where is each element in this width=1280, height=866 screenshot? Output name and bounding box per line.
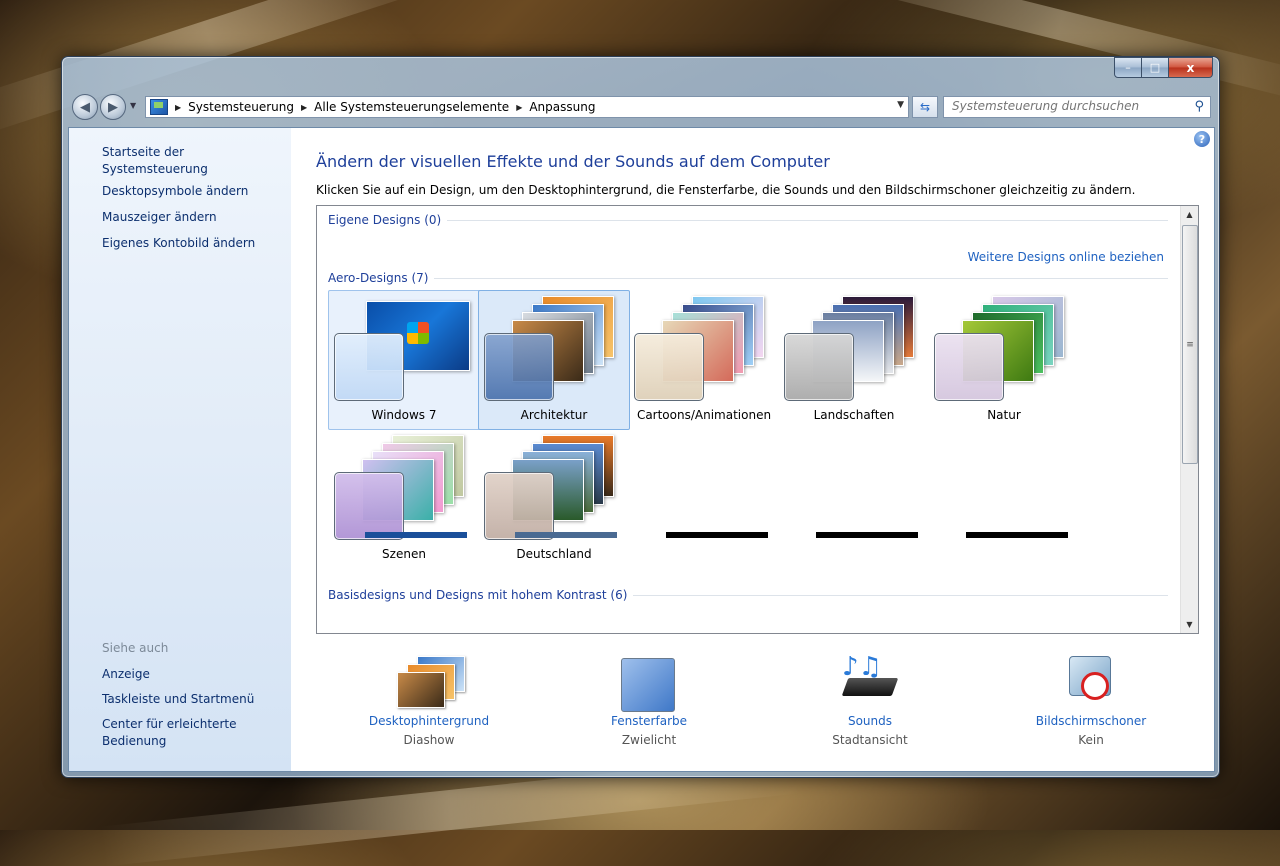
page-description: Klicken Sie auf ein Design, um den Deskt…: [316, 183, 1136, 197]
breadcrumb-separator-icon: ▶: [175, 102, 182, 112]
breadcrumb-alle-elemente[interactable]: Alle Systemsteuerungselemente: [314, 100, 509, 114]
sidebar-link-mouse-pointers[interactable]: Mauszeiger ändern: [102, 209, 217, 226]
theme-label: Szenen: [382, 547, 426, 561]
refresh-icon: ⇆: [919, 100, 931, 114]
address-bar[interactable]: ▶ Systemsteuerung ▶ Alle Systemsteuerung…: [145, 96, 909, 118]
address-dropdown-icon[interactable]: ▼: [897, 100, 904, 110]
personalization-window: – □ x ◀ ▶ ▼ ▶ Systemsteuerung ▶ Alle Sys…: [61, 56, 1220, 778]
search-input[interactable]: [944, 97, 1182, 115]
window-color-swatch: [784, 333, 854, 401]
window-color-swatch: [334, 333, 404, 401]
control-panel-icon: [150, 99, 168, 115]
window-color-link[interactable]: Fensterfarbe: [569, 714, 729, 728]
sidebar-link-taskbar[interactable]: Taskleiste und Startmenü: [102, 691, 254, 708]
breadcrumb-systemsteuerung[interactable]: Systemsteuerung: [188, 100, 294, 114]
refresh-button[interactable]: ⇆: [912, 96, 938, 118]
scroll-thumb[interactable]: ≡: [1182, 225, 1198, 464]
basic-designs-heading: Basisdesigns und Designs mit hohem Kontr…: [328, 588, 1168, 602]
caption-buttons: – □ x: [1114, 57, 1213, 78]
forward-arrow-icon: ▶: [108, 99, 118, 115]
sidebar-link-account-picture[interactable]: Eigenes Kontobild ändern: [102, 235, 255, 252]
see-also-heading: Siehe auch: [102, 641, 169, 655]
breadcrumb-separator-icon: ▶: [301, 102, 308, 112]
recent-pages-dropdown-icon[interactable]: ▼: [130, 101, 136, 110]
back-button[interactable]: ◀: [72, 94, 98, 120]
breadcrumb-separator-icon: ▶: [516, 102, 523, 112]
sidebar-link-display[interactable]: Anzeige: [102, 666, 150, 683]
sounds-link[interactable]: Sounds: [790, 714, 950, 728]
scroll-up-icon[interactable]: ▲: [1181, 206, 1198, 223]
sidebar-link-home[interactable]: Startseite der Systemsteuerung: [102, 144, 291, 178]
theme-label: Architektur: [520, 408, 588, 422]
window-color-value: Zwielicht: [621, 733, 677, 747]
theme-label: Landschaften: [813, 408, 895, 422]
search-icon[interactable]: ⚲: [1194, 99, 1204, 114]
screensaver-icon: [1011, 648, 1171, 708]
navigation-bar: ◀ ▶ ▼ ▶ Systemsteuerung ▶ Alle Systemste…: [70, 93, 1211, 121]
back-arrow-icon: ◀: [80, 99, 90, 115]
own-designs-heading: Eigene Designs (0): [328, 213, 1168, 227]
screensaver-setting[interactable]: Bildschirmschoner Kein: [1011, 648, 1171, 747]
window-color-icon: [569, 648, 729, 712]
main-panel: ? Ändern der visuellen Effekte und der S…: [291, 128, 1214, 771]
theme-tile-szenen[interactable]: Szenen: [328, 429, 480, 569]
basic-theme-preview[interactable]: [365, 532, 467, 538]
forward-button[interactable]: ▶: [100, 94, 126, 120]
aero-designs-heading: Aero-Designs (7): [328, 271, 1168, 285]
basic-designs-label: Basisdesigns und Designs mit hohem Kontr…: [328, 588, 628, 602]
page-title: Ändern der visuellen Effekte und der Sou…: [316, 152, 830, 171]
window-color-setting[interactable]: Fensterfarbe Zwielicht: [569, 648, 729, 747]
theme-tile-windows7[interactable]: Windows 7: [328, 290, 480, 430]
basic-theme-preview[interactable]: [666, 532, 768, 538]
minimize-button[interactable]: –: [1114, 57, 1142, 78]
theme-tile-natur[interactable]: Natur: [928, 290, 1080, 430]
theme-tile-cartoons[interactable]: Cartoons/Animationen: [628, 290, 780, 430]
window-color-swatch: [634, 333, 704, 401]
sidebar-link-desktop-icons[interactable]: Desktopsymbole ändern: [102, 183, 248, 200]
theme-tile-deutschland[interactable]: Deutschland: [478, 429, 630, 569]
window-color-swatch: [334, 472, 404, 540]
basic-theme-preview[interactable]: [966, 532, 1068, 538]
screensaver-value: Kein: [1078, 733, 1104, 747]
breadcrumb-anpassung[interactable]: Anpassung: [529, 100, 595, 114]
theme-label: Cartoons/Animationen: [636, 408, 772, 422]
maximize-button[interactable]: □: [1142, 57, 1169, 78]
client-area: Startseite der Systemsteuerung Desktopsy…: [68, 127, 1215, 772]
theme-list: Eigene Designs (0) Weitere Designs onlin…: [316, 205, 1199, 634]
theme-tile-architektur[interactable]: Architektur: [478, 290, 630, 430]
desktop-background-link[interactable]: Desktophintergrund: [349, 714, 509, 728]
window-color-swatch: [484, 472, 554, 540]
help-icon[interactable]: ?: [1194, 131, 1210, 147]
sidebar: Startseite der Systemsteuerung Desktopsy…: [69, 128, 291, 771]
theme-tile-landschaften[interactable]: Landschaften: [778, 290, 930, 430]
theme-label: Deutschland: [516, 547, 592, 561]
window-color-swatch: [484, 333, 554, 401]
desktop-background-icon: [349, 648, 509, 708]
sidebar-link-ease-of-access[interactable]: Center für erleichterte Bedienung: [102, 716, 252, 750]
basic-theme-preview[interactable]: [515, 532, 617, 538]
screensaver-link[interactable]: Bildschirmschoner: [1011, 714, 1171, 728]
get-more-themes-link[interactable]: Weitere Designs online beziehen: [968, 250, 1164, 264]
sounds-setting[interactable]: ♪♫ Sounds Stadtansicht: [790, 648, 950, 747]
window-color-swatch: [934, 333, 1004, 401]
windows-logo-icon: [407, 322, 429, 344]
close-button[interactable]: x: [1169, 57, 1213, 78]
scroll-down-icon[interactable]: ▼: [1181, 616, 1198, 633]
basic-theme-preview[interactable]: [816, 532, 918, 538]
sounds-icon: ♪♫: [790, 648, 950, 708]
own-designs-label: Eigene Designs (0): [328, 213, 442, 227]
search-box: ⚲: [943, 96, 1211, 118]
theme-label: Windows 7: [371, 408, 437, 422]
theme-label: Natur: [987, 408, 1021, 422]
desktop-background-value: Diashow: [403, 733, 455, 747]
theme-list-scrollbar[interactable]: ▲ ≡ ▼: [1180, 206, 1198, 633]
sounds-value: Stadtansicht: [832, 733, 908, 747]
aero-designs-label: Aero-Designs (7): [328, 271, 429, 285]
desktop-background-setting[interactable]: Desktophintergrund Diashow: [349, 648, 509, 747]
